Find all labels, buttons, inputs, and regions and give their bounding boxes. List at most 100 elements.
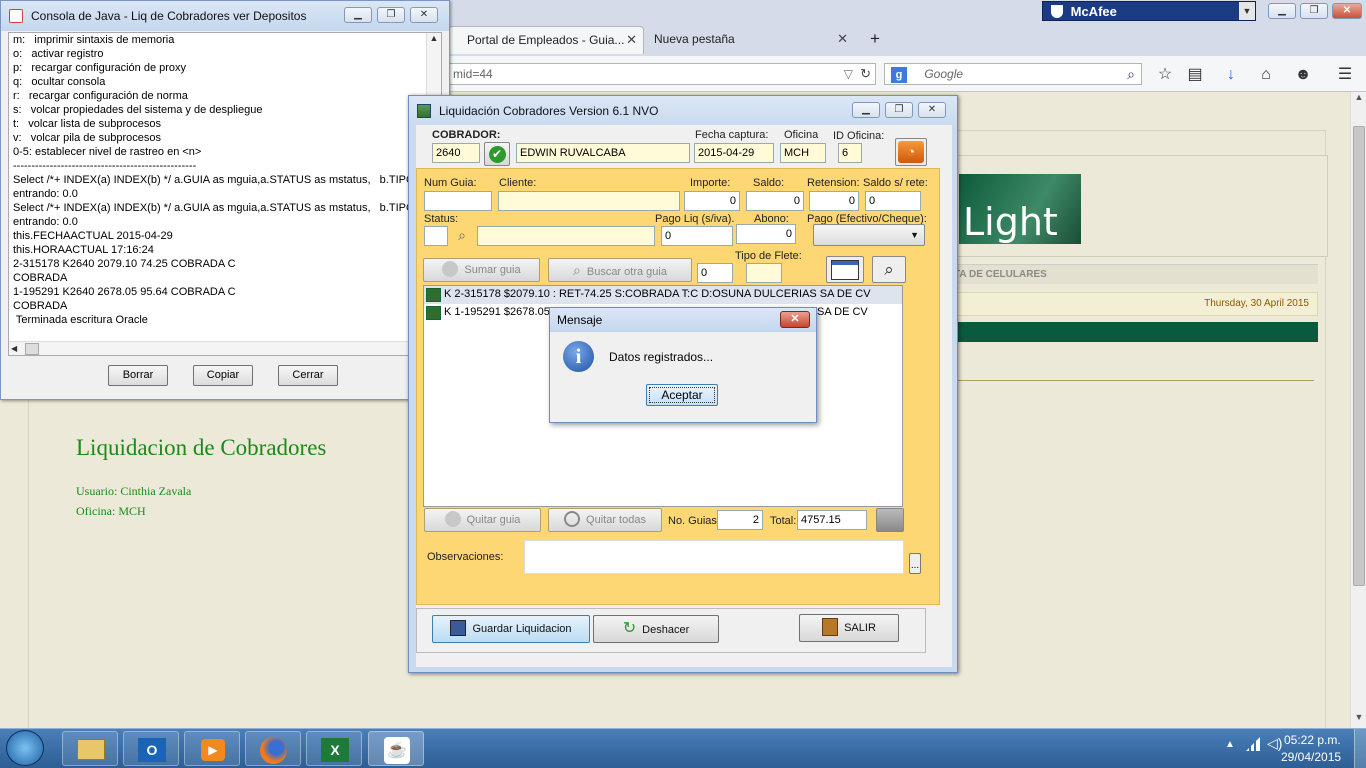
liq-close-button[interactable]: ✕ (918, 102, 946, 118)
mcafee-dropdown-icon[interactable]: ▼ (1239, 2, 1255, 20)
reload-icon[interactable]: ↻ (860, 66, 871, 82)
quitar-guia-button[interactable]: Quitar guia (424, 508, 541, 532)
liq-minimize-button[interactable]: ▁ (852, 102, 880, 118)
cliente-field[interactable] (498, 191, 680, 211)
mcafee-toolbar[interactable]: McAfee ▼ (1042, 1, 1256, 21)
new-tab-button[interactable]: + (862, 26, 886, 54)
browser-close-button[interactable]: ✕ (1332, 3, 1362, 19)
download-icon[interactable]: ↓ (1220, 64, 1242, 86)
dialog-ok-button[interactable]: Aceptar (646, 384, 718, 406)
salir-button[interactable]: SALIR (799, 614, 899, 642)
show-desktop-button[interactable] (1354, 729, 1366, 768)
start-button[interactable] (6, 730, 44, 766)
rss-button[interactable]: ◔ (895, 138, 927, 166)
status-desc-field[interactable] (477, 226, 655, 246)
saldorete-field[interactable]: 0 (865, 191, 921, 211)
guardar-liquidacion-button[interactable]: Guardar Liquidacion (432, 615, 590, 643)
dialog-title: Mensaje (557, 313, 603, 327)
bookmark-star-icon[interactable]: ☆ (1154, 64, 1176, 86)
search-input[interactable]: Google (924, 67, 963, 81)
buscar-guia-button[interactable]: ⌕ Buscar otra guia (548, 258, 692, 282)
java-icon (9, 9, 23, 23)
saldo-field[interactable]: 0 (746, 191, 804, 211)
console-hscroll[interactable]: ◀ (9, 341, 441, 355)
importe-field[interactable]: 0 (684, 191, 740, 211)
binoculars-icon[interactable]: ⌕ (450, 224, 474, 246)
pago-select[interactable]: ▼ (813, 224, 925, 246)
noguias-field[interactable]: 2 (717, 510, 763, 530)
clock-time[interactable]: 05:22 p.m. (1284, 733, 1341, 747)
taskbar-outlook[interactable]: O (123, 731, 179, 766)
flete-field[interactable] (746, 263, 782, 283)
chat-icon[interactable]: ☻ (1292, 64, 1314, 86)
confirm-button[interactable]: ✔ (484, 142, 510, 166)
obs-field[interactable] (524, 540, 904, 574)
google-icon[interactable]: g (891, 67, 907, 83)
console-output[interactable]: m: imprimir sintaxis de memoria o: activa… (8, 32, 442, 356)
magnifier-icon: ⌕ (884, 260, 894, 279)
tab-nueva-pestana[interactable]: Nueva pestaña ✕ (646, 26, 854, 54)
oficina-field[interactable]: MCH (780, 143, 826, 163)
abono-field[interactable]: 0 (736, 224, 796, 244)
console-line: p: recargar configuración de proxy (13, 62, 187, 74)
retension-field[interactable]: 0 (809, 191, 859, 211)
dialog-close-button[interactable]: ✕ (780, 311, 810, 328)
browser-restore-button[interactable]: ❐ (1300, 3, 1328, 19)
numguia-field[interactable] (424, 191, 492, 211)
sumar-guia-button[interactable]: Sumar guia (423, 258, 540, 282)
hscroll-thumb[interactable] (25, 343, 39, 355)
console-restore-button[interactable]: ❐ (377, 7, 405, 23)
liq-title: Liquidación Cobradores Version 6.1 NVO (439, 104, 659, 118)
cobrador-id-field[interactable]: 2640 (432, 143, 480, 163)
fecha-field[interactable]: 2015-04-29 (694, 143, 774, 163)
liq-restore-button[interactable]: ❐ (885, 102, 913, 118)
bookmarks-list-icon[interactable]: ▤ (1184, 64, 1206, 86)
taskbar-java[interactable]: ☕ (368, 731, 424, 766)
scroll-thumb[interactable] (1353, 126, 1365, 586)
list-item[interactable]: K 2-315178 $2079.10 : RET-74.25 S:COBRAD… (424, 286, 902, 304)
taskbar-explorer[interactable] (62, 731, 118, 766)
flete-value-field[interactable]: 0 (697, 263, 733, 283)
clock-date[interactable]: 29/04/2015 (1281, 750, 1341, 764)
url-dropdown-icon[interactable]: ▽ (844, 67, 853, 81)
search-icon[interactable]: ⌕ (1127, 66, 1135, 83)
console-close-text-button[interactable]: Cerrar (278, 365, 338, 386)
console-minimize-button[interactable]: ▁ (344, 7, 372, 23)
liq-titlebar[interactable]: Liquidación Cobradores Version 6.1 NVO ▁… (409, 96, 957, 126)
close-icon[interactable]: ✕ (837, 31, 848, 47)
scroll-up-icon[interactable]: ▲ (1351, 92, 1366, 108)
console-title: Consola de Java - Liq de Cobradores ver … (31, 9, 307, 23)
page-scrollbar[interactable]: ▲ ▼ (1350, 92, 1366, 728)
oficina-label: Oficina (784, 129, 819, 141)
dialog-titlebar[interactable]: Mensaje ✕ (550, 308, 816, 332)
home-icon[interactable]: ⌂ (1255, 64, 1277, 86)
url-bar[interactable]: mid=44 ▽ ↻ (446, 63, 876, 85)
quitar-todas-button[interactable]: Quitar todas (548, 508, 662, 532)
scroll-left-icon[interactable]: ◀ (9, 344, 17, 353)
scroll-up-icon[interactable]: ▲ (427, 33, 441, 43)
console-copy-button[interactable]: Copiar (193, 365, 253, 386)
status-field[interactable] (424, 226, 448, 246)
calendar-window-button[interactable] (826, 256, 864, 283)
taskbar-firefox[interactable] (245, 731, 301, 766)
browser-minimize-button[interactable]: ▁ (1268, 3, 1296, 19)
cobrador-name-field[interactable]: EDWIN RUVALCABA (516, 143, 690, 163)
taskbar-excel[interactable]: X (306, 731, 362, 766)
taskbar-media-player[interactable]: ▶ (184, 731, 240, 766)
zoom-button[interactable]: ⌕ (872, 256, 906, 283)
tray-show-hidden-icon[interactable]: ▲ (1225, 739, 1235, 750)
total-field[interactable]: 4757.15 (797, 510, 867, 530)
close-icon[interactable]: ✕ (626, 32, 637, 48)
idoficina-field[interactable]: 6 (838, 143, 862, 163)
search-bar[interactable]: g Google ⌕ (884, 63, 1142, 85)
console-titlebar[interactable]: Consola de Java - Liq de Cobradores ver … (1, 1, 449, 31)
deshacer-button[interactable]: ↻ Deshacer (593, 615, 719, 643)
obs-more-button[interactable]: ... (909, 553, 921, 574)
console-close-button[interactable]: ✕ (410, 7, 438, 23)
scroll-down-icon[interactable]: ▼ (1351, 712, 1366, 728)
menu-icon[interactable]: ☰ (1334, 64, 1356, 86)
tab-portal-empleados[interactable]: Portal de Empleados - Guia... ✕ (448, 26, 644, 54)
pagoliq-field[interactable]: 0 (661, 226, 733, 246)
console-clear-button[interactable]: Borrar (108, 365, 168, 386)
print-button[interactable] (876, 508, 904, 532)
